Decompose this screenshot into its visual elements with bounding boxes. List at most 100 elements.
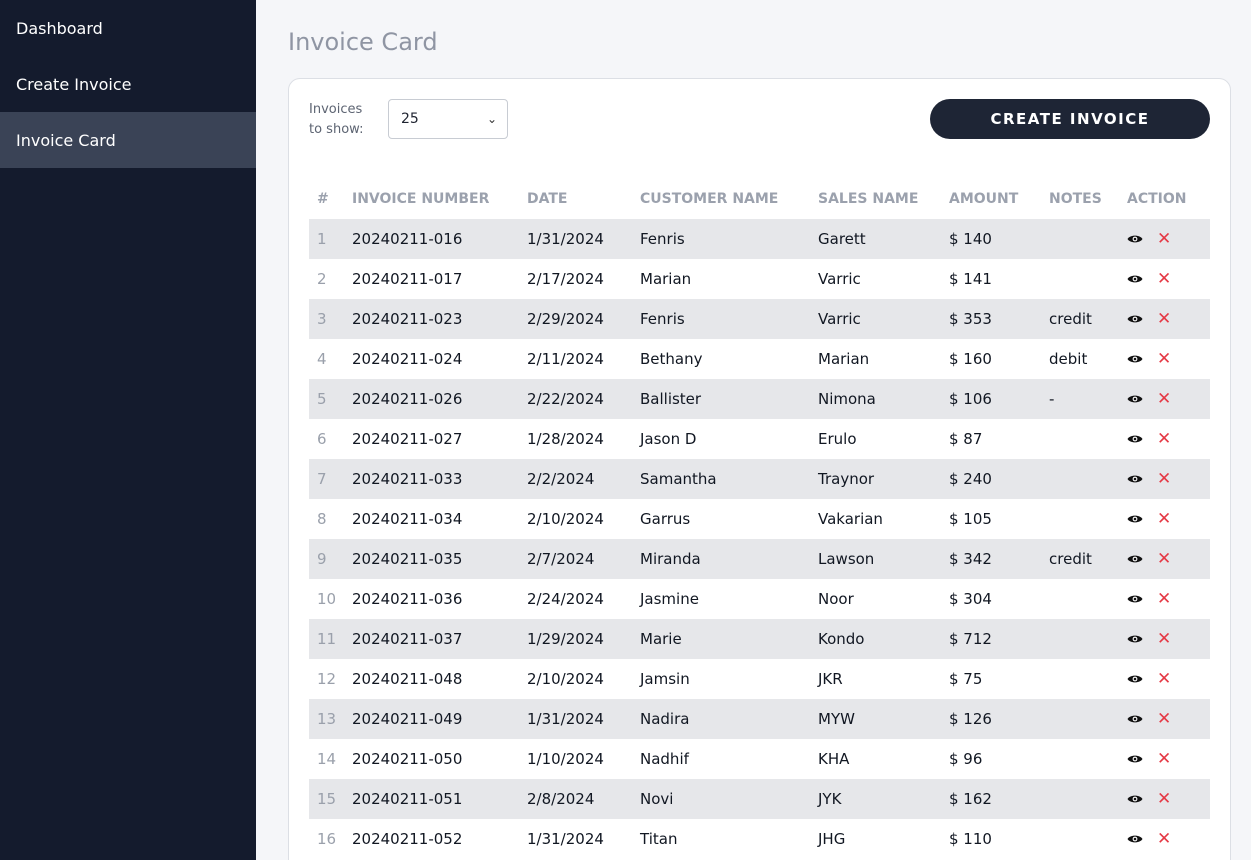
close-icon[interactable]: ✕ <box>1157 430 1171 448</box>
amount-cell: $ 106 <box>949 390 992 408</box>
close-icon[interactable]: ✕ <box>1157 350 1171 368</box>
eye-icon[interactable] <box>1127 674 1143 684</box>
invoice-number-cell: 20240211-027 <box>352 430 463 448</box>
invoice-number-cell: 20240211-033 <box>352 470 463 488</box>
action-cell: ✕ <box>1119 699 1210 739</box>
amount-cell: $ 712 <box>949 630 992 648</box>
action-group: ✕ <box>1127 350 1210 368</box>
row-number: 11 <box>317 630 337 648</box>
eye-icon[interactable] <box>1127 354 1143 364</box>
action-cell: ✕ <box>1119 379 1210 419</box>
row-number: 13 <box>317 710 337 728</box>
action-cell: ✕ <box>1119 499 1210 539</box>
row-number: 6 <box>317 430 327 448</box>
action-group: ✕ <box>1127 550 1210 568</box>
action-cell: ✕ <box>1119 579 1210 619</box>
sidebar-item-invoice-card[interactable]: Invoice Card <box>0 112 256 168</box>
close-icon[interactable]: ✕ <box>1157 390 1171 408</box>
close-icon[interactable]: ✕ <box>1157 630 1171 648</box>
close-icon[interactable]: ✕ <box>1157 590 1171 608</box>
invoice-number-cell: 20240211-024 <box>352 350 463 368</box>
notes-cell <box>1041 579 1119 619</box>
eye-icon[interactable] <box>1127 554 1143 564</box>
close-icon[interactable]: ✕ <box>1157 790 1171 808</box>
eye-icon[interactable] <box>1127 634 1143 644</box>
eye-icon[interactable] <box>1127 834 1143 844</box>
eye-icon[interactable] <box>1127 434 1143 444</box>
amount-cell: $ 140 <box>949 230 992 248</box>
action-cell: ✕ <box>1119 459 1210 499</box>
eye-icon[interactable] <box>1127 794 1143 804</box>
customer-name-cell: Nadira <box>640 710 690 728</box>
date-cell: 1/28/2024 <box>527 430 604 448</box>
amount-cell: $ 87 <box>949 430 983 448</box>
action-group: ✕ <box>1127 630 1210 648</box>
sales-name-cell: Varric <box>818 270 861 288</box>
close-icon[interactable]: ✕ <box>1157 230 1171 248</box>
notes-cell <box>1041 699 1119 739</box>
action-group: ✕ <box>1127 790 1210 808</box>
amount-cell: $ 162 <box>949 790 992 808</box>
action-group: ✕ <box>1127 310 1210 328</box>
date-cell: 2/8/2024 <box>527 790 595 808</box>
table-row: 6 20240211-027 1/28/2024 Jason D Erulo $ 87 ✕ <box>309 419 1210 459</box>
eye-icon[interactable] <box>1127 234 1143 244</box>
table-row: 14 20240211-050 1/10/2024 Nadhif KHA $ 96 ✕ <box>309 739 1210 779</box>
close-icon[interactable]: ✕ <box>1157 470 1171 488</box>
close-icon[interactable]: ✕ <box>1157 550 1171 568</box>
action-cell: ✕ <box>1119 339 1210 379</box>
table-body: 1 20240211-016 1/31/2024 Fenris Garett $ 140 ✕… <box>309 219 1210 859</box>
invoices-to-show-select[interactable]: 25 ⌄ <box>388 99 508 139</box>
eye-icon[interactable] <box>1127 594 1143 604</box>
date-cell: 2/29/2024 <box>527 310 604 328</box>
invoice-number-cell: 20240211-026 <box>352 390 463 408</box>
action-group: ✕ <box>1127 670 1210 688</box>
row-number: 4 <box>317 350 327 368</box>
sidebar: Dashboard Create Invoice Invoice Card <box>0 0 256 860</box>
table-row: 11 20240211-037 1/29/2024 Marie Kondo $ 712 ✕ <box>309 619 1210 659</box>
eye-icon[interactable] <box>1127 754 1143 764</box>
eye-icon[interactable] <box>1127 394 1143 404</box>
amount-cell: $ 75 <box>949 670 983 688</box>
create-invoice-button[interactable]: CREATE INVOICE <box>930 99 1210 139</box>
close-icon[interactable]: ✕ <box>1157 270 1171 288</box>
sidebar-item-dashboard[interactable]: Dashboard <box>0 0 256 56</box>
action-cell: ✕ <box>1119 219 1210 259</box>
action-group: ✕ <box>1127 390 1210 408</box>
customer-name-cell: Fenris <box>640 230 685 248</box>
eye-icon[interactable] <box>1127 274 1143 284</box>
action-cell: ✕ <box>1119 259 1210 299</box>
sales-name-cell: Traynor <box>818 470 875 488</box>
close-icon[interactable]: ✕ <box>1157 310 1171 328</box>
page-title: Invoice Card <box>288 28 438 56</box>
invoice-number-cell: 20240211-052 <box>352 830 463 848</box>
close-icon[interactable]: ✕ <box>1157 830 1171 848</box>
close-icon[interactable]: ✕ <box>1157 670 1171 688</box>
amount-cell: $ 353 <box>949 310 992 328</box>
close-icon[interactable]: ✕ <box>1157 510 1171 528</box>
action-cell: ✕ <box>1119 819 1210 859</box>
sales-name-cell: JYK <box>818 790 842 808</box>
close-icon[interactable]: ✕ <box>1157 710 1171 728</box>
table-header-row: # INVOICE NUMBER DATE CUSTOMER NAME SALES NA… <box>309 179 1210 219</box>
eye-icon[interactable] <box>1127 714 1143 724</box>
action-group: ✕ <box>1127 470 1210 488</box>
sales-name-cell: JKR <box>818 670 843 688</box>
invoice-table: # INVOICE NUMBER DATE CUSTOMER NAME SALES NA… <box>309 179 1210 859</box>
customer-name-cell: Miranda <box>640 550 701 568</box>
customer-name-cell: Ballister <box>640 390 702 408</box>
action-cell: ✕ <box>1119 659 1210 699</box>
row-number: 7 <box>317 470 327 488</box>
table-row: 7 20240211-033 2/2/2024 Samantha Traynor $ 24… <box>309 459 1210 499</box>
table-row: 5 20240211-026 2/22/2024 Ballister Nimona $ 1… <box>309 379 1210 419</box>
close-icon[interactable]: ✕ <box>1157 750 1171 768</box>
eye-icon[interactable] <box>1127 474 1143 484</box>
row-number: 2 <box>317 270 327 288</box>
sidebar-item-create-invoice[interactable]: Create Invoice <box>0 56 256 112</box>
amount-cell: $ 105 <box>949 510 992 528</box>
eye-icon[interactable] <box>1127 314 1143 324</box>
invoice-number-cell: 20240211-036 <box>352 590 463 608</box>
sales-name-cell: Nimona <box>818 390 876 408</box>
sales-name-cell: Marian <box>818 350 870 368</box>
eye-icon[interactable] <box>1127 514 1143 524</box>
